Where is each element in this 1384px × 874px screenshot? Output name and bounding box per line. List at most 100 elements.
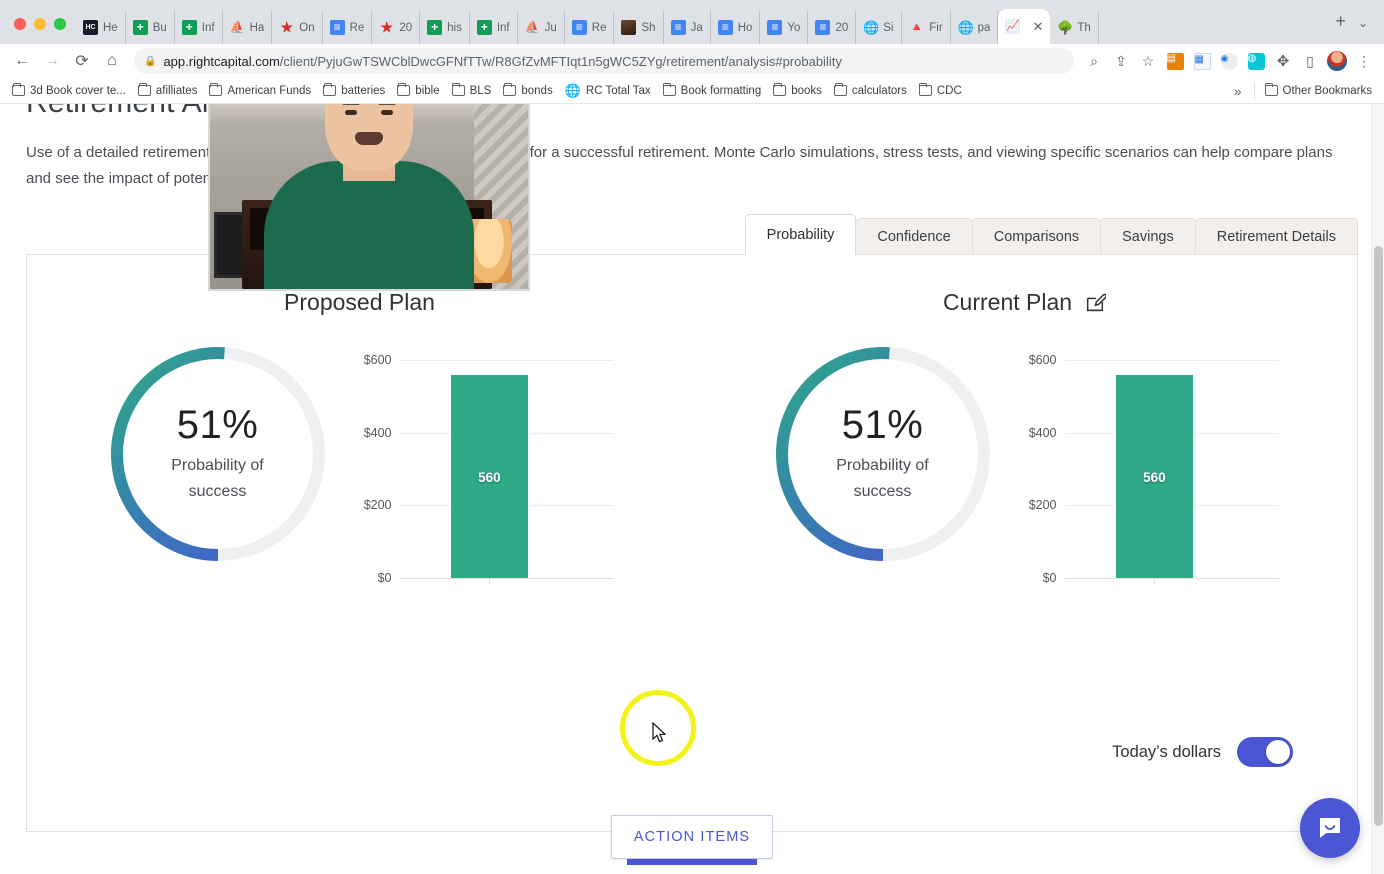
other-bookmarks-label: Other Bookmarks xyxy=(1282,84,1372,97)
star-icon: ★ xyxy=(280,19,294,35)
browser-tab-label: Fir xyxy=(929,21,943,34)
home-button[interactable]: ⌂ xyxy=(98,47,126,75)
browser-tab[interactable]: 🔺 Fir xyxy=(902,11,951,44)
tab-confidence[interactable]: Confidence xyxy=(855,218,973,255)
y-axis-tick-label: $400 xyxy=(1028,425,1057,440)
tab-retirement-details[interactable]: Retirement Details xyxy=(1194,218,1358,255)
gridline xyxy=(399,360,614,361)
profile-avatar-icon[interactable] xyxy=(1325,49,1349,73)
tab-savings[interactable]: Savings xyxy=(1100,218,1196,255)
extension-blue-icon[interactable]: ▦ xyxy=(1190,49,1214,73)
bookmark-label: books xyxy=(791,84,822,97)
bar[interactable]: 560 xyxy=(1115,374,1193,578)
bar[interactable]: 560 xyxy=(450,374,528,578)
bookmark-item[interactable]: Book formatting xyxy=(657,82,768,99)
browser-tab[interactable]: Yo xyxy=(760,11,809,44)
browser-tab[interactable]: 🌐 Si xyxy=(856,11,903,44)
bookmark-item[interactable]: bonds xyxy=(497,82,558,99)
browser-tab-label: Ja xyxy=(690,21,703,34)
bookmark-label: 3d Book cover te... xyxy=(30,84,126,97)
extension-cyan-icon[interactable]: ◍ xyxy=(1244,49,1268,73)
browser-tab[interactable]: 🌳 Th xyxy=(1050,11,1099,44)
bookmark-item[interactable]: CDC xyxy=(913,82,968,99)
bookmark-label: batteries xyxy=(341,84,386,97)
gridline xyxy=(1064,578,1279,579)
bookmark-label: bonds xyxy=(521,84,553,97)
bookmark-item[interactable]: American Funds xyxy=(203,82,317,99)
browser-tab[interactable]: 📈 ✕ xyxy=(998,9,1051,44)
browser-tab[interactable]: his xyxy=(420,11,470,44)
side-panel-icon[interactable]: ▯ xyxy=(1298,49,1322,73)
page-viewport: Retirement Analysis Use of a detailed re… xyxy=(0,104,1384,874)
browser-tab[interactable]: Ja xyxy=(664,11,711,44)
bookmark-item[interactable]: afilliates xyxy=(132,82,204,99)
browser-tab[interactable]: Re xyxy=(565,11,615,44)
extension-orange-icon[interactable]: ▤ xyxy=(1163,49,1187,73)
forward-button[interactable]: → xyxy=(38,47,66,75)
tab-comparisons[interactable]: Comparisons xyxy=(971,218,1102,255)
browser-tab[interactable]: ⛵ Ha xyxy=(223,11,273,44)
maximize-window-button[interactable] xyxy=(54,18,66,30)
todays-dollars-toggle[interactable] xyxy=(1237,737,1293,767)
folder-icon xyxy=(662,82,676,96)
browser-tab[interactable]: Inf xyxy=(175,11,223,44)
bookmark-item[interactable]: 🌐 RC Total Tax xyxy=(559,82,657,99)
chrome-menu-icon[interactable]: ⋮ xyxy=(1352,49,1376,73)
browser-tab[interactable]: Bu xyxy=(126,11,175,44)
close-window-button[interactable] xyxy=(14,18,26,30)
intercom-chat-button[interactable] xyxy=(1300,798,1360,858)
extension-record-icon[interactable]: ◉ xyxy=(1217,49,1241,73)
browser-tab[interactable]: HC He xyxy=(76,11,126,44)
tab-search-icon[interactable]: ⌄ xyxy=(1358,16,1384,44)
browser-tab[interactable]: Sh xyxy=(614,11,664,44)
bookmarks-overflow-button[interactable]: » xyxy=(1226,83,1250,99)
x-axis-tick xyxy=(489,578,491,584)
bookmark-item[interactable]: calculators xyxy=(828,82,913,99)
proposed-bar-plot: $0 $200 $400 $600 560 xyxy=(364,353,614,585)
puzzle-icon[interactable]: ✥ xyxy=(1271,49,1295,73)
bookmarks-bar: 3d Book cover te... afilliates American Fu… xyxy=(0,78,1384,104)
action-items-button[interactable]: ACTION ITEMS xyxy=(610,815,774,859)
browser-tab[interactable]: ⛵ Ju xyxy=(518,11,565,44)
bookmark-item[interactable]: 3d Book cover te... xyxy=(6,82,132,99)
browser-tabs: HC He Bu Inf ⛵ Ha ★ On Re ★ 20 his Inf ⛵ Ju Re Sh Ja Ho Yo 2… xyxy=(76,0,1325,44)
browser-tab[interactable]: Ho xyxy=(711,11,761,44)
page-scrollbar[interactable] xyxy=(1371,104,1384,874)
globe-icon: 🌐 xyxy=(957,20,974,35)
tab-close-icon[interactable]: ✕ xyxy=(1032,19,1043,35)
bookmark-item[interactable]: BLS xyxy=(446,82,498,99)
tab-probability[interactable]: Probability xyxy=(744,214,857,255)
browser-tab[interactable]: ★ 20 xyxy=(372,11,421,44)
minimize-window-button[interactable] xyxy=(34,18,46,30)
boat-icon: ⛵ xyxy=(524,20,540,34)
tab-label: Probability xyxy=(766,227,835,243)
docs-icon xyxy=(329,20,345,35)
back-button[interactable]: ← xyxy=(8,47,36,75)
current-probability-label: Probability of success xyxy=(836,457,929,500)
tab-label: Comparisons xyxy=(993,229,1080,245)
proposed-plan-column: Proposed Plan 51% Probability of success… xyxy=(27,255,692,600)
bookmark-item[interactable]: bible xyxy=(391,82,445,99)
reload-button[interactable]: ⟳ xyxy=(68,47,96,75)
browser-tab[interactable]: 20 xyxy=(808,11,857,44)
browser-tab[interactable]: ★ On xyxy=(272,11,323,44)
address-bar[interactable]: 🔒 app.rightcapital.com/client/PyjuGwTSWC… xyxy=(134,48,1074,74)
other-bookmarks-folder[interactable]: Other Bookmarks xyxy=(1259,82,1378,99)
bookmark-star-icon[interactable]: ☆ xyxy=(1136,49,1160,73)
browser-tab[interactable]: 🌐 pa xyxy=(951,11,999,44)
browser-tab[interactable]: Inf xyxy=(470,11,518,44)
tab-label: Savings xyxy=(1122,229,1174,245)
bookmark-item[interactable]: batteries xyxy=(317,82,391,99)
tab-label: Retirement Details xyxy=(1216,229,1336,245)
zoom-icon[interactable]: ⌕ xyxy=(1082,49,1106,73)
scrollbar-thumb[interactable] xyxy=(1374,246,1383,826)
browser-tab[interactable]: Re xyxy=(323,11,373,44)
new-tab-button[interactable]: + xyxy=(1325,11,1358,44)
current-probability-gauge: 51% Probability of success xyxy=(771,342,995,566)
current-plan-title: Current Plan xyxy=(942,289,1073,315)
lock-icon: 🔒 xyxy=(144,55,157,67)
edit-plan-icon[interactable] xyxy=(1084,292,1108,314)
bookmark-item[interactable]: books xyxy=(767,82,828,99)
folder-icon xyxy=(397,82,411,96)
share-icon[interactable]: ⇪ xyxy=(1109,49,1133,73)
